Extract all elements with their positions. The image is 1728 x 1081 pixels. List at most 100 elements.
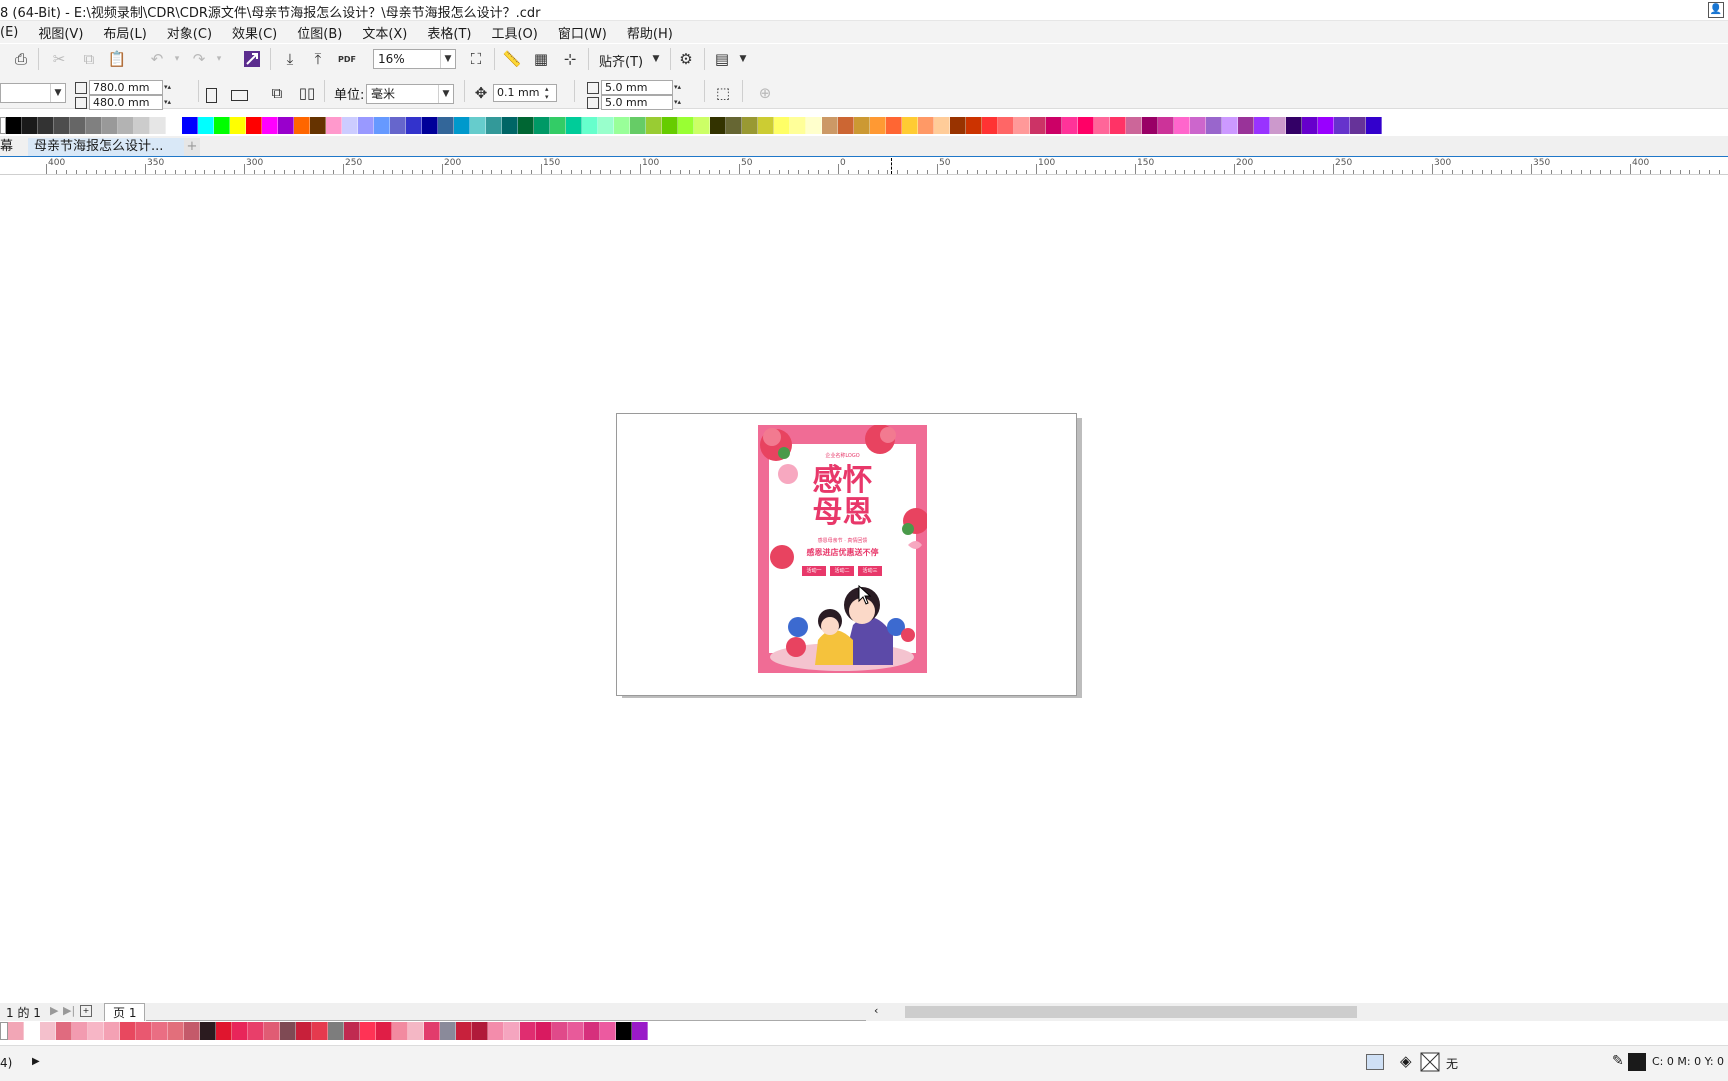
chevron-down-icon[interactable]: ▼ <box>50 84 65 102</box>
color-swatch[interactable] <box>1318 117 1334 134</box>
document-color-swatch[interactable] <box>440 1022 456 1040</box>
document-color-swatch[interactable] <box>56 1022 72 1040</box>
color-swatch[interactable] <box>1062 117 1078 134</box>
color-swatch[interactable] <box>662 117 678 134</box>
menu-edit[interactable]: (E) <box>0 25 28 40</box>
options-gear-icon[interactable]: ⚙ <box>675 48 697 70</box>
document-color-swatch[interactable] <box>552 1022 568 1040</box>
document-color-swatch[interactable] <box>232 1022 248 1040</box>
undo-icon[interactable]: ↶ <box>146 48 168 70</box>
publish-pdf-icon[interactable]: PDF <box>336 48 358 70</box>
landscape-icon[interactable] <box>231 90 248 101</box>
document-color-swatch[interactable] <box>376 1022 392 1040</box>
color-swatch[interactable] <box>486 117 502 134</box>
document-color-swatch[interactable] <box>104 1022 120 1040</box>
spin-arrows-icon[interactable]: ▴ ▾ <box>545 85 557 101</box>
tab-welcome[interactable]: 幕 <box>0 138 13 156</box>
color-swatch[interactable] <box>598 117 614 134</box>
color-swatch[interactable] <box>1190 117 1206 134</box>
color-swatch[interactable] <box>342 117 358 134</box>
chevron-down-icon[interactable]: ▼ <box>438 85 453 103</box>
color-swatch[interactable] <box>1110 117 1126 134</box>
color-swatch[interactable] <box>422 117 438 134</box>
color-proofing-icon[interactable] <box>1366 1054 1384 1070</box>
document-color-swatch[interactable] <box>392 1022 408 1040</box>
document-color-swatch[interactable] <box>408 1022 424 1040</box>
tab-document[interactable]: 母亲节海报怎么设计... <box>28 138 188 156</box>
menu-bitmaps[interactable]: 位图(B) <box>287 23 352 42</box>
color-swatch[interactable] <box>966 117 982 134</box>
document-color-swatch[interactable] <box>40 1022 56 1040</box>
color-swatch[interactable] <box>262 117 278 134</box>
color-swatch[interactable] <box>774 117 790 134</box>
color-swatch[interactable] <box>742 117 758 134</box>
color-swatch[interactable] <box>454 117 470 134</box>
color-swatch[interactable] <box>982 117 998 134</box>
menu-effects[interactable]: 效果(C) <box>222 23 287 42</box>
document-color-swatch[interactable] <box>504 1022 520 1040</box>
color-swatch[interactable] <box>86 117 102 134</box>
color-swatch[interactable] <box>150 117 166 134</box>
color-swatch[interactable] <box>406 117 422 134</box>
window-user-icon[interactable]: 👤 <box>1708 2 1724 18</box>
color-swatch[interactable] <box>726 117 742 134</box>
color-swatch[interactable] <box>198 117 214 134</box>
color-swatch[interactable] <box>854 117 870 134</box>
show-guidelines-icon[interactable]: ⊹ <box>559 48 581 70</box>
color-swatch[interactable] <box>710 117 726 134</box>
document-color-swatch[interactable] <box>456 1022 472 1040</box>
color-swatch[interactable] <box>278 117 294 134</box>
document-color-swatch[interactable] <box>200 1022 216 1040</box>
launcher-chevron-down-icon[interactable]: ▼ <box>732 48 754 70</box>
document-color-swatch[interactable] <box>280 1022 296 1040</box>
paste-icon[interactable]: 📋 <box>106 48 128 70</box>
color-swatch[interactable] <box>870 117 886 134</box>
color-swatch[interactable] <box>1030 117 1046 134</box>
document-color-swatch[interactable] <box>344 1022 360 1040</box>
copy-icon[interactable]: ⧉ <box>78 48 100 70</box>
show-grid-icon[interactable]: ▦ <box>530 48 552 70</box>
color-swatch[interactable] <box>1014 117 1030 134</box>
document-color-swatch[interactable] <box>184 1022 200 1040</box>
full-screen-icon[interactable]: ⛶ <box>465 48 487 70</box>
duplicate-y-input[interactable]: 5.0 mm ▾▴ <box>601 95 681 110</box>
menu-tools[interactable]: 工具(O) <box>481 23 547 42</box>
menu-layout[interactable]: 布局(L) <box>93 23 156 42</box>
color-swatch[interactable] <box>118 117 134 134</box>
portrait-icon[interactable] <box>206 88 217 103</box>
color-swatch[interactable] <box>438 117 454 134</box>
redo-dropdown-icon[interactable]: ▾ <box>208 48 230 70</box>
color-swatch[interactable] <box>1094 117 1110 134</box>
color-swatch[interactable] <box>758 117 774 134</box>
import-icon[interactable]: ⤓ <box>279 48 301 70</box>
color-swatch[interactable] <box>38 117 54 134</box>
color-swatch[interactable] <box>1350 117 1366 134</box>
print-icon[interactable]: ⎙ <box>10 48 32 70</box>
page-width-input[interactable]: 780.0 mm ▾▴ <box>89 80 171 95</box>
color-swatch[interactable] <box>934 117 950 134</box>
color-swatch[interactable] <box>502 117 518 134</box>
color-swatch[interactable] <box>550 117 566 134</box>
color-swatch[interactable] <box>998 117 1014 134</box>
redo-icon[interactable]: ↷ <box>188 48 210 70</box>
color-swatch[interactable] <box>54 117 70 134</box>
scroll-left-icon[interactable]: ‹ <box>874 1004 878 1017</box>
color-swatch[interactable] <box>6 117 22 134</box>
document-color-swatch[interactable] <box>264 1022 280 1040</box>
document-color-swatch[interactable] <box>632 1022 648 1040</box>
export-icon[interactable]: ⤒ <box>307 48 329 70</box>
units-combo[interactable]: 毫米 ▼ <box>366 84 454 104</box>
color-swatch[interactable] <box>102 117 118 134</box>
corel-connect-icon[interactable] <box>241 48 263 70</box>
document-color-swatch[interactable] <box>472 1022 488 1040</box>
color-swatch[interactable] <box>566 117 582 134</box>
add-page-icon[interactable]: + <box>80 1005 92 1017</box>
color-swatch[interactable] <box>134 117 150 134</box>
document-color-swatch[interactable] <box>520 1022 536 1040</box>
document-color-swatch[interactable] <box>536 1022 552 1040</box>
treat-as-filled-icon[interactable]: ⬚ <box>712 82 734 104</box>
menu-help[interactable]: 帮助(H) <box>617 23 683 42</box>
document-color-swatch[interactable] <box>136 1022 152 1040</box>
application-launcher-icon[interactable]: ▤ <box>711 48 733 70</box>
menu-view[interactable]: 视图(V) <box>28 23 93 42</box>
